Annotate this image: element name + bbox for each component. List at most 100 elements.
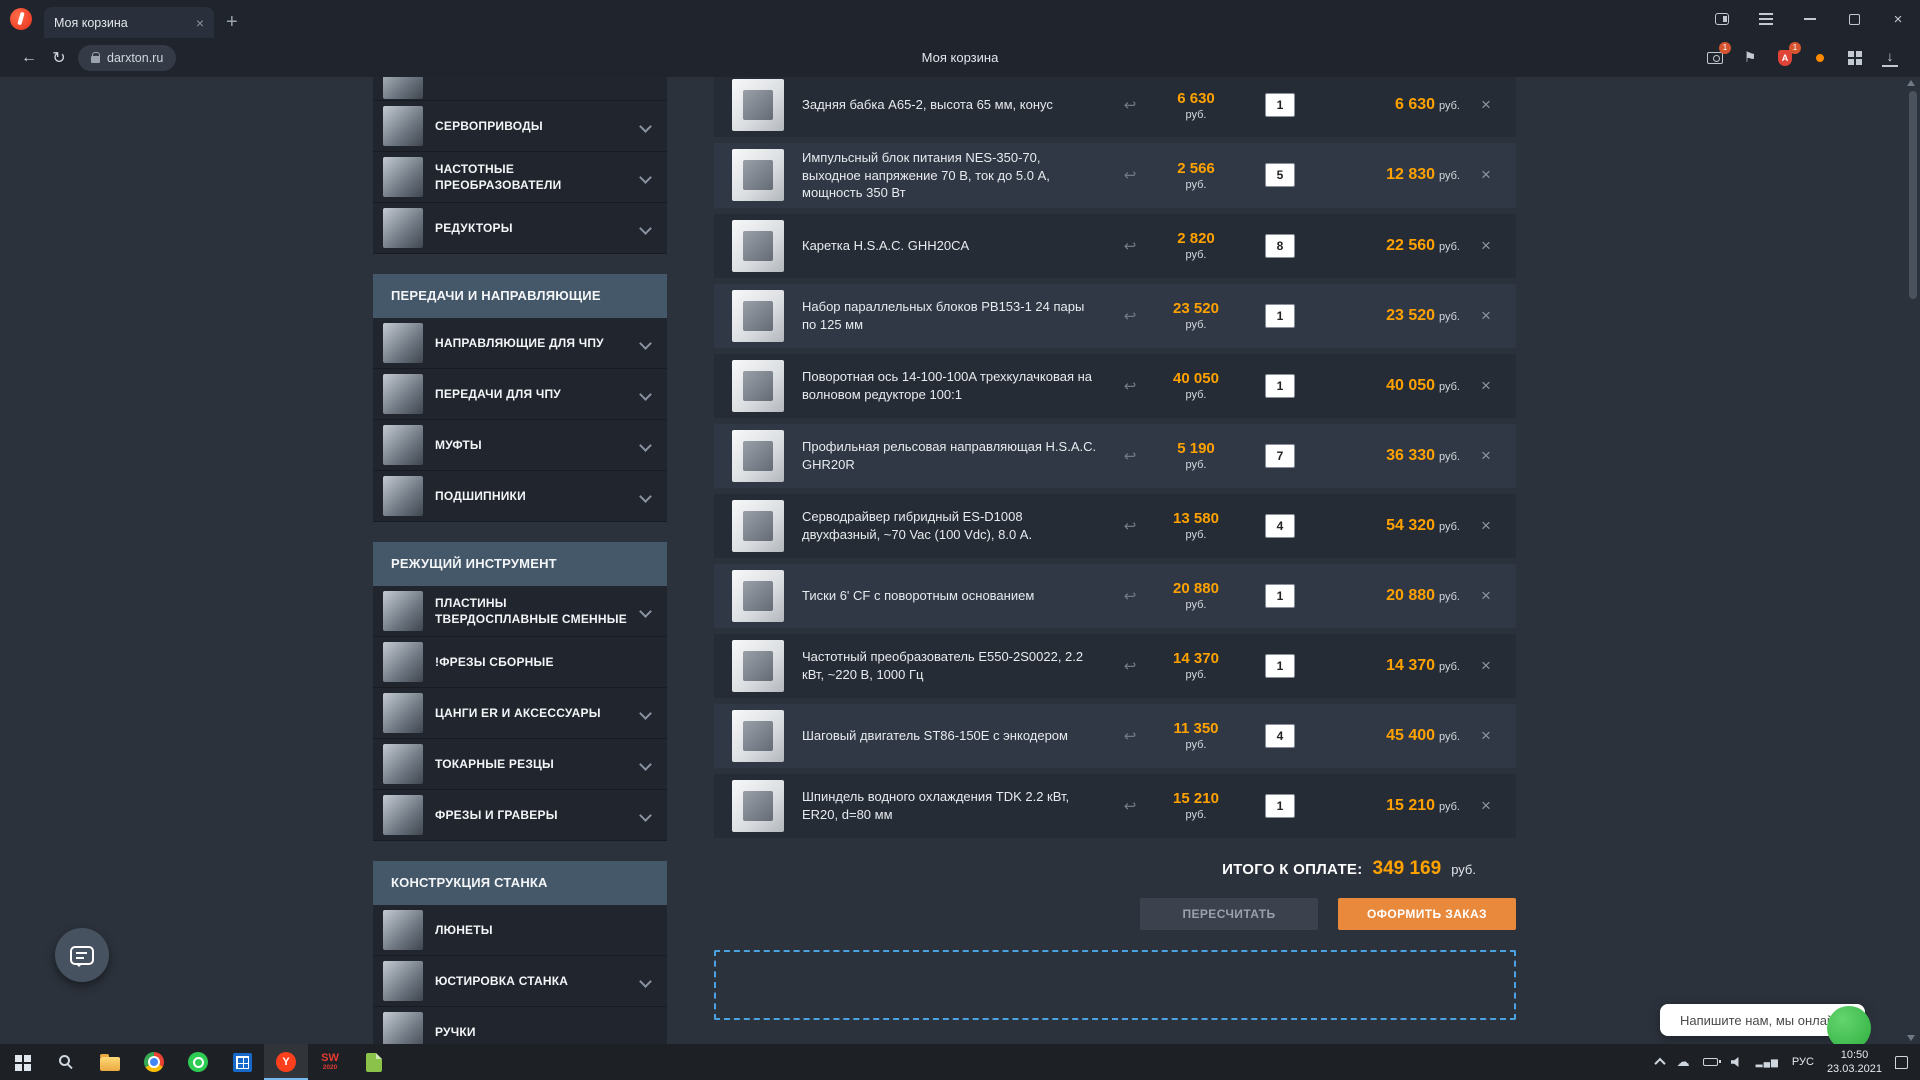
product-name-link[interactable]: Задняя бабка А65-2, высота 65 мм, конус [802,96,1112,114]
window-minimize-button[interactable] [1788,0,1832,38]
sidebar-item[interactable]: !ФРЕЗЫ СБОРНЫЕ [373,637,667,688]
quantity-input[interactable] [1265,93,1295,117]
product-thumbnail[interactable] [732,780,784,832]
move-to-saved-icon[interactable]: ↩ [1112,377,1148,395]
product-thumbnail[interactable] [732,360,784,412]
product-name-link[interactable]: Частотный преобразователь E550-2S0022, 2… [802,648,1112,683]
remove-item-icon[interactable]: × [1466,236,1506,256]
chat-widget-button[interactable] [55,928,109,982]
scrollbar-thumb[interactable] [1909,91,1917,299]
product-thumbnail[interactable] [732,500,784,552]
yandex-browser-button[interactable] [264,1044,308,1080]
product-name-link[interactable]: Шаговый двигатель ST86-150E с энкодером [802,727,1112,745]
remove-item-icon[interactable]: × [1466,516,1506,536]
battery-icon[interactable] [1703,1058,1718,1066]
action-center-icon[interactable] [1895,1056,1908,1069]
sidebar-item[interactable]: НАПРАВЛЯЮЩИЕ ДЛЯ ЧПУ [373,318,667,369]
sidebar-item[interactable]: РУЧКИ [373,1007,667,1044]
quantity-input[interactable] [1265,304,1295,328]
sidebar-item[interactable]: ПОДШИПНИКИ [373,471,667,522]
quantity-input[interactable] [1265,163,1295,187]
remove-item-icon[interactable]: × [1466,446,1506,466]
downloads-button[interactable]: ↓ [1882,49,1898,67]
taskbar-clock[interactable]: 10:50 23.03.2021 [1827,1048,1882,1077]
chevron-down-icon[interactable] [639,120,652,133]
file-explorer-button[interactable] [88,1044,132,1080]
sidebar-item[interactable]: ЦАНГИ ER И АКСЕССУАРЫ [373,688,667,739]
chevron-down-icon[interactable] [639,388,652,401]
refresh-button[interactable]: ↻ [44,48,74,68]
start-button[interactable] [0,1044,44,1080]
move-to-saved-icon[interactable]: ↩ [1112,797,1148,815]
language-indicator[interactable]: РУС [1792,1056,1814,1068]
quantity-input[interactable] [1265,514,1295,538]
grid-app-button[interactable] [220,1044,264,1080]
sidebar-item[interactable]: РЕЖУЩИЙ ИНСТРУМЕНТ [373,542,667,586]
sidebar-item[interactable]: ТОКАРНЫЕ РЕЗЦЫ [373,739,667,790]
sidebar-item[interactable]: ПЕРЕДАЧИ И НАПРАВЛЯЮЩИЕ [373,274,667,318]
volume-icon[interactable] [1731,1056,1743,1068]
sidebar-item[interactable]: ЧАСТОТНЫЕ ПРЕОБРАЗОВАТЕЛИ [373,152,667,203]
product-thumbnail[interactable] [732,640,784,692]
adblock-extension-button[interactable]: A 1 [1777,49,1793,67]
browser-logo-icon[interactable] [10,8,32,30]
product-name-link[interactable]: Тиски 6' CF с поворотным основанием [802,587,1112,605]
hidden-icons-caret[interactable] [1654,1058,1665,1069]
tab-panel-button[interactable] [1700,0,1744,38]
editor-app-button[interactable] [352,1044,396,1080]
product-thumbnail[interactable] [732,430,784,482]
move-to-saved-icon[interactable]: ↩ [1112,237,1148,255]
sidebar-item[interactable]: ЛЮНЕТЫ [373,905,667,956]
bookmark-button[interactable]: ⚑ [1742,49,1758,67]
new-tab-button[interactable]: + [226,12,238,32]
taskbar-search-button[interactable] [44,1044,88,1080]
remove-item-icon[interactable]: × [1466,306,1506,326]
whatsapp-button[interactable] [176,1044,220,1080]
window-close-button[interactable]: × [1876,0,1920,38]
chat-online-prompt[interactable]: Напишите нам, мы онлайн! [1660,1004,1865,1036]
quantity-input[interactable] [1265,444,1295,468]
cloud-sync-icon[interactable]: ☁ [1677,1054,1690,1070]
product-name-link[interactable]: Шпиндель водного охлаждения TDK 2.2 кВт,… [802,788,1112,823]
sidebar-item[interactable]: ПЛАСТИНЫ ТВЕРДОСПЛАВНЫЕ СМЕННЫЕ [373,586,667,637]
quantity-input[interactable] [1265,654,1295,678]
product-thumbnail[interactable] [732,290,784,342]
tab-close-icon[interactable]: × [196,15,204,31]
scroll-down-arrow[interactable] [1907,1035,1915,1041]
chevron-down-icon[interactable] [639,222,652,235]
chevron-down-icon[interactable] [639,439,652,452]
orange-extension-button[interactable] [1812,49,1828,67]
move-to-saved-icon[interactable]: ↩ [1112,657,1148,675]
solidworks-button[interactable]: SW 2020 [308,1044,352,1080]
screenshot-extension-button[interactable]: 1 [1707,49,1723,67]
quantity-input[interactable] [1265,234,1295,258]
move-to-saved-icon[interactable]: ↩ [1112,447,1148,465]
chevron-down-icon[interactable] [639,171,652,184]
window-maximize-button[interactable] [1832,0,1876,38]
remove-item-icon[interactable]: × [1466,726,1506,746]
product-thumbnail[interactable] [732,220,784,272]
quantity-input[interactable] [1265,724,1295,748]
move-to-saved-icon[interactable]: ↩ [1112,96,1148,114]
chevron-down-icon[interactable] [639,758,652,771]
product-name-link[interactable]: Каретка H.S.A.C. GHH20CA [802,237,1112,255]
move-to-saved-icon[interactable]: ↩ [1112,307,1148,325]
remove-item-icon[interactable]: × [1466,586,1506,606]
move-to-saved-icon[interactable]: ↩ [1112,166,1148,184]
recalculate-button[interactable]: ПЕРЕСЧИТАТЬ [1140,898,1318,930]
sidebar-item[interactable]: КОНСТРУКЦИЯ СТАНКА [373,861,667,905]
scroll-up-arrow[interactable] [1907,80,1915,86]
move-to-saved-icon[interactable]: ↩ [1112,727,1148,745]
chrome-button[interactable] [132,1044,176,1080]
product-thumbnail[interactable] [732,570,784,622]
browser-menu-button[interactable] [1744,0,1788,38]
product-thumbnail[interactable] [732,710,784,762]
remove-item-icon[interactable]: × [1466,796,1506,816]
move-to-saved-icon[interactable]: ↩ [1112,587,1148,605]
url-field[interactable]: darxton.ru [78,45,176,71]
network-signal-icon[interactable]: ▂▄▆ [1756,1057,1779,1068]
sidebar-item[interactable]: ПЕРЕДАЧИ ДЛЯ ЧПУ [373,369,667,420]
sidebar-item[interactable]: РЕДУКТОРЫ [373,203,667,254]
remove-item-icon[interactable]: × [1466,376,1506,396]
product-thumbnail[interactable] [732,79,784,131]
